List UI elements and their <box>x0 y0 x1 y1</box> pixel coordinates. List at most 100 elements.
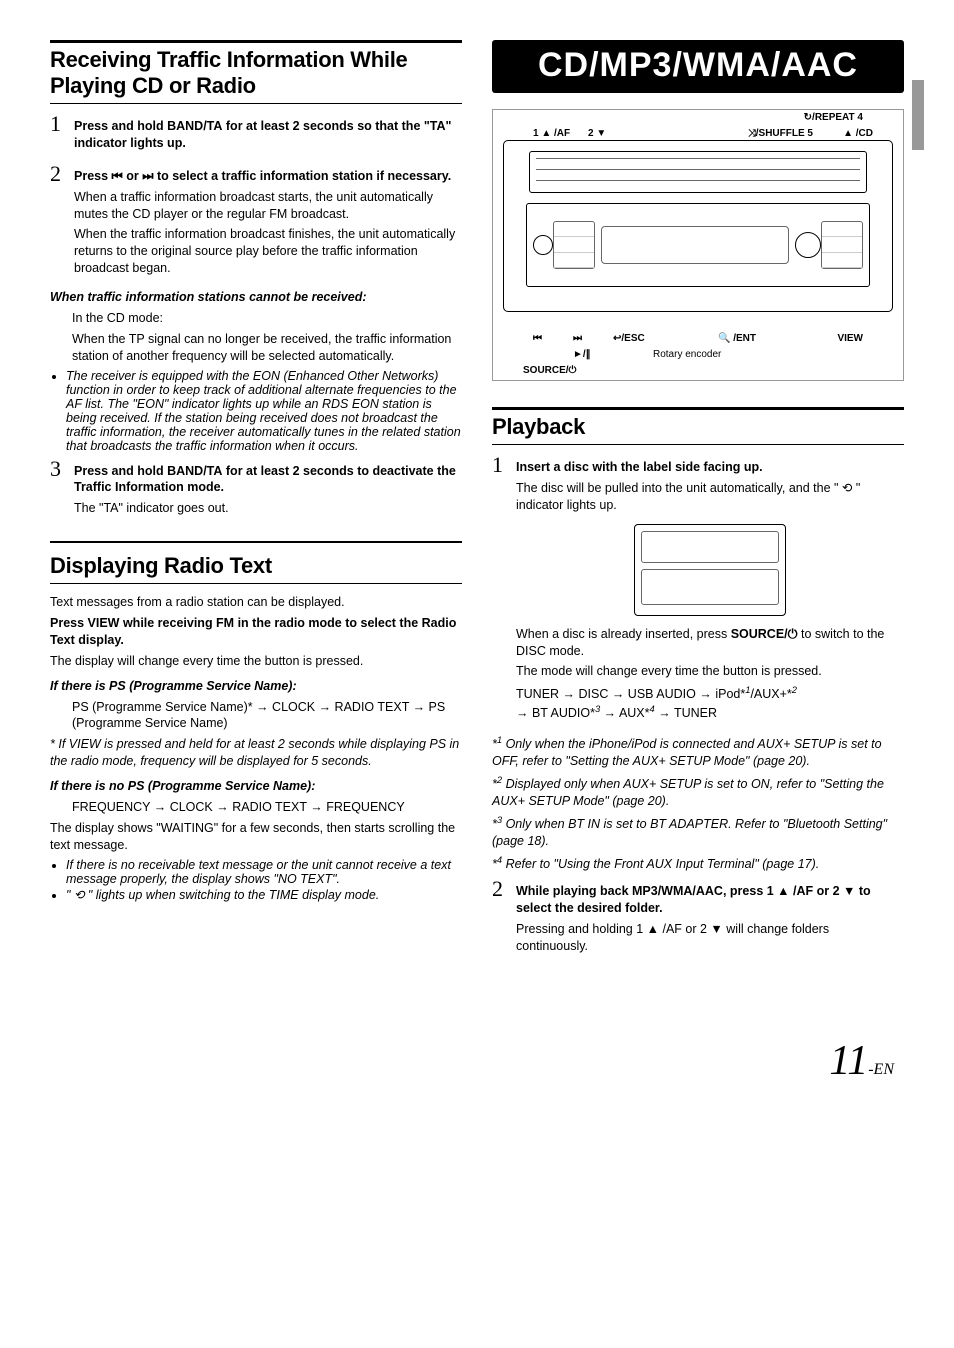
keyword: 1 ▲ /AF <box>767 884 813 898</box>
step-head: Insert a disc with the label side facing… <box>516 459 904 476</box>
step-number: 3 <box>50 459 74 522</box>
page-content: Receiving Traffic Information While Play… <box>50 40 904 967</box>
text: Press and hold <box>74 464 167 478</box>
device-diagram: ↻/REPEAT 4 1 ▲ /AF 2 ▼ ⤨/SHUFFLE 5 ▲ /CD… <box>492 109 904 381</box>
keyword: 2 ▼ <box>833 884 856 898</box>
banner-title: CD/MP3/WMA/AAC <box>492 40 904 93</box>
body-text: The disc will be pulled into the unit au… <box>516 480 904 514</box>
text: Only when the iPhone/iPod is connected a… <box>492 737 882 768</box>
page-number-value: 11 <box>829 1038 868 1084</box>
keyword: VIEW <box>88 616 120 630</box>
label-two: 2 ▼ <box>588 128 606 139</box>
steps-playback-cont: 2 While playing back MP3/WMA/AAC, press … <box>492 879 904 959</box>
list-item: " ⟲ " lights up when switching to the TI… <box>66 887 462 902</box>
body-text: When the TP signal can no longer be rece… <box>72 331 462 365</box>
heading-traffic: Receiving Traffic Information While Play… <box>50 40 462 104</box>
step-head: Press and hold BAND/TA for at least 2 se… <box>74 118 462 152</box>
text: or <box>813 884 832 898</box>
label-rotary: Rotary encoder <box>653 349 721 360</box>
label-repeat: ↻/REPEAT 4 <box>804 112 863 123</box>
left-column: Receiving Traffic Information While Play… <box>50 40 462 967</box>
label-view: VIEW <box>837 333 863 344</box>
display-icon <box>601 226 789 264</box>
step-1: 1 Insert a disc with the label side faci… <box>492 455 904 726</box>
label-af: 1 ▲ /AF <box>533 128 570 139</box>
text: Press and hold <box>74 119 167 133</box>
body-text: When a traffic information broadcast sta… <box>74 189 462 223</box>
footnote-1: *1 Only when the iPhone/iPod is connecte… <box>492 734 904 770</box>
heading-radio-text: Displaying Radio Text <box>50 549 462 584</box>
text: While playing back MP3/WMA/AAC, press <box>516 884 767 898</box>
subheading-cannot-receive: When traffic information stations cannot… <box>50 289 462 306</box>
heading-playback: Playback <box>492 407 904 445</box>
label-cd: ▲ /CD <box>843 128 873 139</box>
label-next: ⏭ <box>573 333 582 344</box>
steps-traffic-cont: 3 Press and hold BAND/TA for at least 2 … <box>50 459 462 522</box>
keyword: BAND/TA <box>167 464 222 478</box>
step-2: 2 While playing back MP3/WMA/AAC, press … <box>492 879 904 959</box>
mode-sequence: TUNER → DISC → USB AUDIO → iPod*1/AUX+*2… <box>516 684 904 722</box>
footnote-4: *4 Refer to "Using the Front AUX Input T… <box>492 854 904 873</box>
list-item: The receiver is equipped with the EON (E… <box>66 369 462 453</box>
button-group-icon <box>821 221 863 269</box>
page-number-suffix: -EN <box>868 1061 894 1078</box>
step-1: 1 Press and hold BAND/TA for at least 2 … <box>50 114 462 156</box>
step-head: While playing back MP3/WMA/AAC, press 1 … <box>516 883 904 917</box>
view-hold-note: * If VIEW is pressed and held for at lea… <box>50 736 462 770</box>
sequence-text: FREQUENCY → CLOCK → RADIO TEXT → FREQUEN… <box>72 799 462 816</box>
footnote-2: *2 Displayed only when AUX+ SETUP is set… <box>492 774 904 810</box>
text: /AUX+* <box>750 687 791 701</box>
radio-text-notes: If there is no receivable text message o… <box>50 858 462 902</box>
press-view: Press VIEW while receiving FM in the rad… <box>50 615 462 649</box>
text: → BT AUDIO* <box>516 706 595 720</box>
right-column: CD/MP3/WMA/AAC ↻/REPEAT 4 1 ▲ /AF 2 ▼ ⤨/… <box>492 40 904 967</box>
knob-icon <box>533 235 553 255</box>
label-source: SOURCE/⏻ <box>523 365 576 376</box>
body-text: When a disc is already inserted, press S… <box>516 626 904 660</box>
rotary-icon <box>795 232 821 258</box>
steps-traffic: 1 Press and hold BAND/TA for at least 2 … <box>50 114 462 281</box>
steps-playback: 1 Insert a disc with the label side faci… <box>492 455 904 726</box>
text: Press <box>50 616 88 630</box>
text: → AUX* <box>600 706 649 720</box>
subheading-ps-yes: If there is PS (Programme Service Name): <box>50 678 462 695</box>
subheading-ps-no: If there is no PS (Programme Service Nam… <box>50 778 462 795</box>
step-number: 2 <box>492 879 516 959</box>
rule <box>50 541 462 543</box>
sequence-text: PS (Programme Service Name)* → CLOCK → R… <box>72 699 462 733</box>
body-text: In the CD mode: <box>72 310 462 327</box>
page-number: 11-EN <box>50 1037 894 1085</box>
insert-disc-diagram <box>634 524 786 616</box>
device-body <box>503 140 893 312</box>
intro-text: Text messages from a radio station can b… <box>50 594 462 611</box>
body-text: The "TA" indicator goes out. <box>74 500 462 517</box>
label-esc: ↩/ESC <box>613 333 645 344</box>
label-prev: ⏮ <box>533 333 542 344</box>
button-group-icon <box>553 221 595 269</box>
text: → TUNER <box>655 706 717 720</box>
footnote-3: *3 Only when BT IN is set to BT ADAPTER.… <box>492 814 904 850</box>
list-item: If there is no receivable text message o… <box>66 858 462 886</box>
eon-note: The receiver is equipped with the EON (E… <box>50 369 462 453</box>
step-number: 1 <box>492 455 516 726</box>
body-text: The mode will change every time the butt… <box>516 663 904 680</box>
step-2: 2 Press ⏮ or ⏭ to select a traffic infor… <box>50 164 462 281</box>
step-head: Press and hold BAND/TA for at least 2 se… <box>74 463 462 497</box>
step-head: Press ⏮ or ⏭ to select a traffic informa… <box>74 168 462 185</box>
step-number: 1 <box>50 114 74 156</box>
body-text: Pressing and holding 1 ▲ /AF or 2 ▼ will… <box>516 921 904 955</box>
step-number: 2 <box>50 164 74 281</box>
text: Only when BT IN is set to BT ADAPTER. Re… <box>492 817 887 848</box>
body-text: The display will change every time the b… <box>50 653 462 670</box>
step-3: 3 Press and hold BAND/TA for at least 2 … <box>50 459 462 522</box>
keyword: BAND/TA <box>167 119 222 133</box>
keyword: SOURCE/⏻ <box>731 627 798 641</box>
label-shuffle: ⤨/SHUFFLE 5 <box>748 128 813 139</box>
waiting-text: The display shows "WAITING" for a few se… <box>50 820 462 854</box>
text: Refer to "Using the Front AUX Input Term… <box>506 857 820 871</box>
cd-slot <box>529 151 867 193</box>
control-panel <box>526 203 870 287</box>
text: TUNER → DISC → USB AUDIO → iPod* <box>516 687 745 701</box>
body-text: When the traffic information broadcast f… <box>74 226 462 277</box>
label-play: ►/∥ <box>573 349 591 360</box>
